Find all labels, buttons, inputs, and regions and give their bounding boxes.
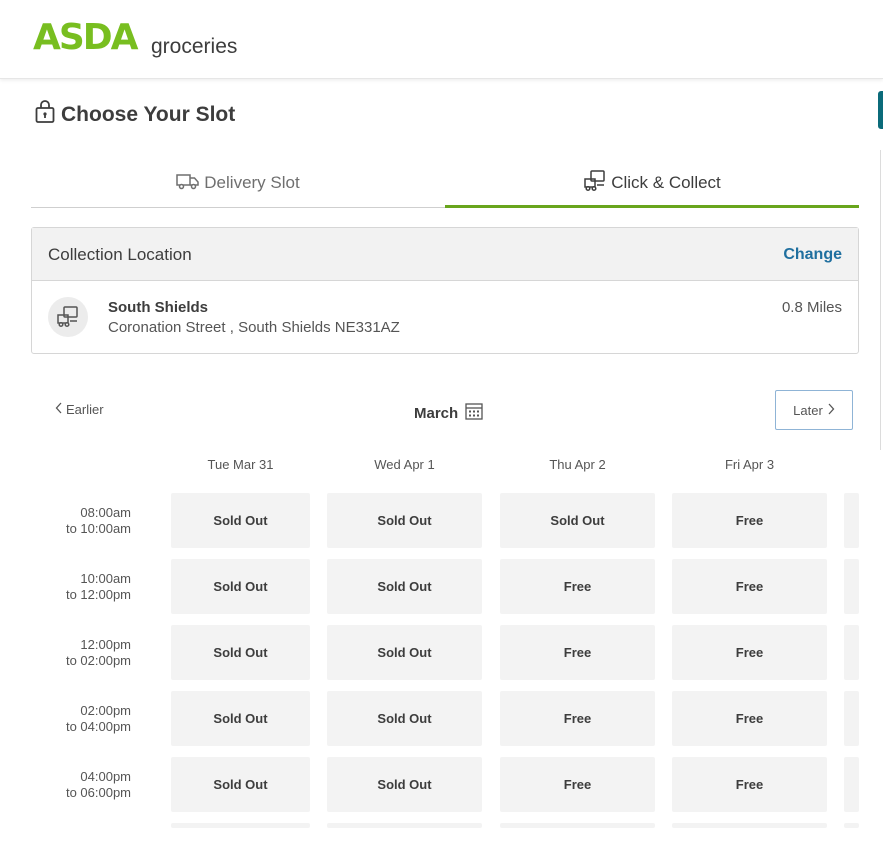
slot-cell[interactable]: Free <box>500 691 655 746</box>
slot-cell-partial[interactable] <box>171 823 310 828</box>
tab-delivery-slot[interactable]: Delivery Slot <box>31 160 445 206</box>
calendar-icon <box>465 402 483 424</box>
collection-location-heading: Collection Location <box>48 245 192 264</box>
slot-cell-partial[interactable] <box>672 823 827 828</box>
slot-cell[interactable]: Free <box>672 493 827 548</box>
slot-cell-partial[interactable] <box>844 823 859 828</box>
site-header: ASDA groceries <box>0 0 883 79</box>
slot-cell[interactable]: Sold Out <box>327 625 482 680</box>
day-header: Wed Apr 1 <box>374 457 435 472</box>
time-range-label: 10:00am to 12:00pm <box>40 571 131 603</box>
slot-cell[interactable]: Sold Out <box>171 757 310 812</box>
slot-cell-partial[interactable] <box>844 559 859 614</box>
month-label: March <box>414 404 459 422</box>
time-range-label: 12:00pm to 02:00pm <box>40 637 131 669</box>
slot-cell-partial[interactable] <box>327 823 482 828</box>
time-from: 08:00am <box>80 505 131 520</box>
slot-cell[interactable]: Free <box>672 691 827 746</box>
logo-groceries-text: groceries <box>151 35 238 58</box>
slot-cell-partial[interactable] <box>844 691 859 746</box>
slot-cell-partial[interactable] <box>500 823 655 828</box>
later-button[interactable]: Later <box>775 390 853 430</box>
time-range-label: 08:00am to 10:00am <box>40 505 131 537</box>
side-panel-tab[interactable] <box>878 91 883 129</box>
day-header: Tue Mar 31 <box>207 457 274 472</box>
slot-cell-partial[interactable] <box>844 757 859 812</box>
slot-cell[interactable]: Sold Out <box>171 625 310 680</box>
time-to: to 04:00pm <box>65 719 131 734</box>
time-range-label: 04:00pm to 06:00pm <box>40 769 131 801</box>
slot-cell[interactable]: Free <box>672 625 827 680</box>
collect-van-icon <box>583 169 607 197</box>
day-header: Fri Apr 3 <box>724 457 775 472</box>
chevron-right-icon <box>827 403 835 418</box>
slot-cell[interactable]: Sold Out <box>171 559 310 614</box>
time-from: 10:00am <box>80 571 131 586</box>
time-from: 12:00pm <box>80 637 131 652</box>
time-range-label: 02:00pm to 04:00pm <box>40 703 131 735</box>
later-label: Later <box>793 402 823 418</box>
time-to: to 12:00pm <box>65 587 131 602</box>
asda-logo[interactable]: ASDA <box>33 20 139 56</box>
tab-click-collect[interactable]: Click & Collect <box>445 160 859 208</box>
slot-cell[interactable]: Free <box>500 625 655 680</box>
slot-cell[interactable]: Sold Out <box>500 493 655 548</box>
chevron-left-icon <box>55 402 63 417</box>
slot-cell[interactable]: Sold Out <box>171 493 310 548</box>
slot-cell[interactable]: Free <box>672 559 827 614</box>
collection-location-card: Collection Location Change South Shields… <box>31 227 859 354</box>
time-to: to 10:00am <box>65 521 131 536</box>
shopping-bag-icon <box>35 100 55 129</box>
earlier-label: Earlier <box>66 402 104 417</box>
scroll-divider <box>880 150 881 450</box>
change-location-link[interactable]: Change <box>783 246 842 264</box>
slot-cell[interactable]: Free <box>672 757 827 812</box>
slot-cell[interactable]: Sold Out <box>327 691 482 746</box>
store-collect-icon <box>48 297 88 337</box>
truck-icon <box>176 172 200 195</box>
slot-cell[interactable]: Sold Out <box>171 691 310 746</box>
slot-cell[interactable]: Free <box>500 559 655 614</box>
store-name: South Shields <box>108 299 209 316</box>
time-to: to 06:00pm <box>65 785 131 800</box>
tab-delivery-label: Delivery Slot <box>204 173 300 192</box>
collection-location-header: Collection Location Change <box>32 228 858 281</box>
slot-type-tabs: Delivery Slot Click & Collect <box>31 160 859 208</box>
day-header: Thu Apr 2 <box>549 457 606 472</box>
store-address: Coronation Street , South Shields NE331A… <box>108 319 400 336</box>
time-from: 04:00pm <box>80 769 131 784</box>
slot-cell-partial[interactable] <box>844 493 859 548</box>
time-from: 02:00pm <box>80 703 131 718</box>
page-title-text: Choose Your Slot <box>61 102 236 126</box>
page-title: Choose Your Slot <box>35 100 235 129</box>
slot-cell-partial[interactable] <box>844 625 859 680</box>
month-picker[interactable]: March <box>414 402 483 424</box>
slot-cell[interactable]: Sold Out <box>327 493 482 548</box>
time-to: to 02:00pm <box>65 653 131 668</box>
slot-cell[interactable]: Free <box>500 757 655 812</box>
store-distance: 0.8 Miles <box>781 299 842 316</box>
slot-cell[interactable]: Sold Out <box>327 559 482 614</box>
tab-collect-label: Click & Collect <box>611 173 721 192</box>
earlier-button[interactable]: Earlier <box>55 402 104 417</box>
slot-cell[interactable]: Sold Out <box>327 757 482 812</box>
